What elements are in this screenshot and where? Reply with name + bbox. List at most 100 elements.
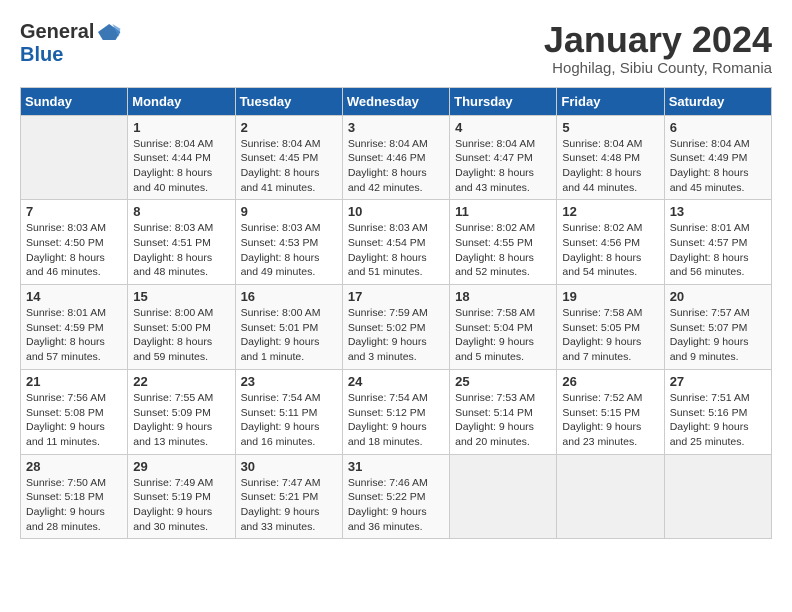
day-info: Sunrise: 7:58 AMSunset: 5:04 PMDaylight:… (455, 306, 551, 365)
day-number: 18 (455, 289, 551, 304)
calendar-cell: 11 Sunrise: 8:02 AMSunset: 4:55 PMDayligh… (450, 200, 557, 285)
calendar-cell (21, 115, 128, 200)
calendar-week-row: 7 Sunrise: 8:03 AMSunset: 4:50 PMDaylight… (21, 200, 772, 285)
calendar-cell: 17 Sunrise: 7:59 AMSunset: 5:02 PMDayligh… (342, 285, 449, 370)
title-block: January 2024 Hoghilag, Sibiu County, Rom… (544, 20, 772, 77)
day-number: 17 (348, 289, 444, 304)
month-title: January 2024 (544, 20, 772, 60)
day-info: Sunrise: 7:53 AMSunset: 5:14 PMDaylight:… (455, 391, 551, 450)
day-of-week-header: Sunday (21, 87, 128, 115)
day-number: 27 (670, 374, 766, 389)
calendar-cell: 1Sunrise: 8:04 AMSunset: 4:44 PMDaylight… (128, 115, 235, 200)
day-info: Sunrise: 8:04 AMSunset: 4:45 PMDaylight:… (241, 137, 337, 196)
day-info: Sunrise: 8:00 AMSunset: 5:00 PMDaylight:… (133, 306, 229, 365)
calendar-cell: 7 Sunrise: 8:03 AMSunset: 4:50 PMDaylight… (21, 200, 128, 285)
logo-icon (98, 20, 122, 44)
day-number: 4 (455, 120, 551, 135)
day-info: Sunrise: 8:03 AMSunset: 4:50 PMDaylight:… (26, 221, 122, 280)
calendar-cell (557, 454, 664, 539)
day-info: Sunrise: 8:03 AMSunset: 4:53 PMDaylight:… (241, 221, 337, 280)
day-number: 20 (670, 289, 766, 304)
day-info: Sunrise: 8:04 AMSunset: 4:48 PMDaylight:… (562, 137, 658, 196)
day-info: Sunrise: 8:04 AMSunset: 4:47 PMDaylight:… (455, 137, 551, 196)
day-info: Sunrise: 7:58 AMSunset: 5:05 PMDaylight:… (562, 306, 658, 365)
day-number: 16 (241, 289, 337, 304)
day-number: 22 (133, 374, 229, 389)
day-number: 12 (562, 204, 658, 219)
day-number: 9 (241, 204, 337, 219)
day-of-week-header: Tuesday (235, 87, 342, 115)
day-number: 10 (348, 204, 444, 219)
calendar-cell: 24 Sunrise: 7:54 AMSunset: 5:12 PMDayligh… (342, 369, 449, 454)
calendar-cell: 19 Sunrise: 7:58 AMSunset: 5:05 PMDayligh… (557, 285, 664, 370)
day-info: Sunrise: 7:59 AMSunset: 5:02 PMDaylight:… (348, 306, 444, 365)
calendar-cell: 27 Sunrise: 7:51 AMSunset: 5:16 PMDayligh… (664, 369, 771, 454)
calendar-cell: 26Sunrise: 7:52 AMSunset: 5:15 PMDayligh… (557, 369, 664, 454)
page-header: General Blue January 2024 Hoghilag, Sibi… (20, 20, 772, 77)
calendar-cell: 18 Sunrise: 7:58 AMSunset: 5:04 PMDayligh… (450, 285, 557, 370)
day-info: Sunrise: 8:03 AMSunset: 4:54 PMDaylight:… (348, 221, 444, 280)
day-number: 14 (26, 289, 122, 304)
calendar-week-row: 21 Sunrise: 7:56 AMSunset: 5:08 PMDayligh… (21, 369, 772, 454)
day-info: Sunrise: 8:04 AMSunset: 4:44 PMDaylight:… (133, 137, 229, 196)
day-number: 30 (241, 459, 337, 474)
day-of-week-header: Saturday (664, 87, 771, 115)
day-of-week-header: Thursday (450, 87, 557, 115)
day-number: 29 (133, 459, 229, 474)
day-info: Sunrise: 8:04 AMSunset: 4:46 PMDaylight:… (348, 137, 444, 196)
day-number: 3 (348, 120, 444, 135)
calendar-cell: 2 Sunrise: 8:04 AMSunset: 4:45 PMDaylight… (235, 115, 342, 200)
calendar-cell: 21 Sunrise: 7:56 AMSunset: 5:08 PMDayligh… (21, 369, 128, 454)
day-info: Sunrise: 7:50 AMSunset: 5:18 PMDaylight:… (26, 476, 122, 535)
calendar-cell: 3 Sunrise: 8:04 AMSunset: 4:46 PMDaylight… (342, 115, 449, 200)
calendar-cell: 29 Sunrise: 7:49 AMSunset: 5:19 PMDayligh… (128, 454, 235, 539)
calendar-cell: 9 Sunrise: 8:03 AMSunset: 4:53 PMDaylight… (235, 200, 342, 285)
day-number: 19 (562, 289, 658, 304)
day-number: 25 (455, 374, 551, 389)
logo-blue-text: Blue (20, 44, 63, 66)
calendar-cell: 15Sunrise: 8:00 AMSunset: 5:00 PMDayligh… (128, 285, 235, 370)
calendar-cell: 12 Sunrise: 8:02 AMSunset: 4:56 PMDayligh… (557, 200, 664, 285)
day-info: Sunrise: 7:57 AMSunset: 5:07 PMDaylight:… (670, 306, 766, 365)
calendar-cell: 31Sunrise: 7:46 AMSunset: 5:22 PMDayligh… (342, 454, 449, 539)
day-of-week-header: Friday (557, 87, 664, 115)
calendar-cell: 22 Sunrise: 7:55 AMSunset: 5:09 PMDayligh… (128, 369, 235, 454)
calendar-cell: 6Sunrise: 8:04 AMSunset: 4:49 PMDaylight… (664, 115, 771, 200)
day-number: 21 (26, 374, 122, 389)
day-number: 11 (455, 204, 551, 219)
day-number: 23 (241, 374, 337, 389)
calendar-cell (664, 454, 771, 539)
day-info: Sunrise: 7:55 AMSunset: 5:09 PMDaylight:… (133, 391, 229, 450)
day-info: Sunrise: 7:46 AMSunset: 5:22 PMDaylight:… (348, 476, 444, 535)
day-of-week-header: Wednesday (342, 87, 449, 115)
day-number: 24 (348, 374, 444, 389)
day-info: Sunrise: 7:49 AMSunset: 5:19 PMDaylight:… (133, 476, 229, 535)
calendar-cell: 5Sunrise: 8:04 AMSunset: 4:48 PMDaylight… (557, 115, 664, 200)
calendar-cell: 25 Sunrise: 7:53 AMSunset: 5:14 PMDayligh… (450, 369, 557, 454)
day-info: Sunrise: 7:51 AMSunset: 5:16 PMDaylight:… (670, 391, 766, 450)
day-number: 13 (670, 204, 766, 219)
logo-general-text: General (20, 21, 94, 44)
day-number: 8 (133, 204, 229, 219)
logo: General Blue (20, 20, 122, 67)
calendar-table: SundayMondayTuesdayWednesdayThursdayFrid… (20, 87, 772, 540)
day-info: Sunrise: 8:02 AMSunset: 4:56 PMDaylight:… (562, 221, 658, 280)
day-info: Sunrise: 8:01 AMSunset: 4:59 PMDaylight:… (26, 306, 122, 365)
calendar-cell: 4 Sunrise: 8:04 AMSunset: 4:47 PMDaylight… (450, 115, 557, 200)
calendar-cell (450, 454, 557, 539)
calendar-week-row: 1Sunrise: 8:04 AMSunset: 4:44 PMDaylight… (21, 115, 772, 200)
calendar-header-row: SundayMondayTuesdayWednesdayThursdayFrid… (21, 87, 772, 115)
day-number: 2 (241, 120, 337, 135)
calendar-cell: 8 Sunrise: 8:03 AMSunset: 4:51 PMDaylight… (128, 200, 235, 285)
calendar-cell: 20 Sunrise: 7:57 AMSunset: 5:07 PMDayligh… (664, 285, 771, 370)
day-info: Sunrise: 8:02 AMSunset: 4:55 PMDaylight:… (455, 221, 551, 280)
day-info: Sunrise: 8:00 AMSunset: 5:01 PMDaylight:… (241, 306, 337, 365)
calendar-week-row: 28Sunrise: 7:50 AMSunset: 5:18 PMDayligh… (21, 454, 772, 539)
day-info: Sunrise: 8:03 AMSunset: 4:51 PMDaylight:… (133, 221, 229, 280)
calendar-cell: 14 Sunrise: 8:01 AMSunset: 4:59 PMDayligh… (21, 285, 128, 370)
calendar-cell: 16 Sunrise: 8:00 AMSunset: 5:01 PMDayligh… (235, 285, 342, 370)
day-info: Sunrise: 7:56 AMSunset: 5:08 PMDaylight:… (26, 391, 122, 450)
day-info: Sunrise: 7:54 AMSunset: 5:12 PMDaylight:… (348, 391, 444, 450)
day-number: 7 (26, 204, 122, 219)
calendar-cell: 13Sunrise: 8:01 AMSunset: 4:57 PMDayligh… (664, 200, 771, 285)
